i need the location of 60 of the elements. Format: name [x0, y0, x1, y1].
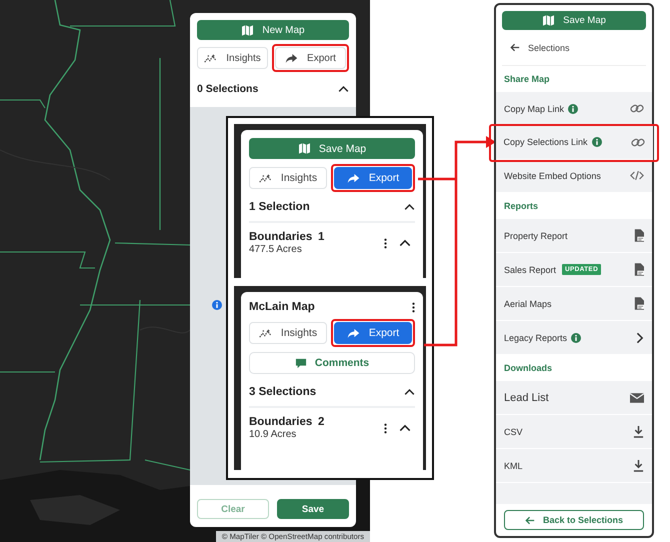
- menu-item[interactable]: Property Report: [496, 219, 652, 253]
- insights-button[interactable]: Insights: [197, 47, 268, 69]
- download-icon: [633, 426, 644, 438]
- chevron-up-icon[interactable]: [404, 388, 415, 396]
- menu-item[interactable]: Copy Selections Link: [496, 126, 652, 160]
- back-arrow-icon: [524, 516, 535, 524]
- comments-button[interactable]: Comments: [249, 352, 415, 374]
- link-icon: [630, 136, 644, 148]
- menu-item[interactable]: Lead List: [496, 381, 652, 415]
- code-icon: [630, 170, 644, 181]
- share-arrow-icon: [346, 172, 360, 184]
- back-to-selections-button[interactable]: Back to Selections: [504, 510, 644, 530]
- pdf-file-icon: [634, 263, 644, 276]
- insights-button[interactable]: Insights: [249, 167, 327, 189]
- info-icon[interactable]: [212, 300, 222, 310]
- save-map-button[interactable]: Save Map: [249, 138, 415, 159]
- map-icon: [298, 143, 311, 154]
- section-title: 1 Selection: [249, 201, 310, 213]
- sparkle-chart-icon: [258, 328, 272, 338]
- map-icon: [542, 15, 556, 26]
- menu-item[interactable]: Copy Map Link: [496, 92, 652, 126]
- chevron-right-icon: [636, 332, 644, 344]
- chevron-up-icon[interactable]: [399, 239, 411, 247]
- save-map-button[interactable]: Save Map: [502, 11, 646, 30]
- chevron-up-icon[interactable]: [404, 203, 415, 211]
- pdf-file-icon: [634, 229, 644, 242]
- selection-title: Boundaries 2: [249, 416, 326, 428]
- sparkle-chart-icon: [204, 52, 218, 64]
- sparkle-chart-icon: [258, 172, 272, 184]
- section-title: 3 Selections: [249, 386, 316, 398]
- comment-icon: [294, 358, 307, 368]
- section-title: 0 Selections: [197, 83, 258, 95]
- chevron-up-icon[interactable]: [338, 85, 349, 93]
- new-map-button[interactable]: New Map: [197, 20, 349, 40]
- export-button[interactable]: Export: [334, 167, 412, 189]
- pdf-file-icon: [634, 297, 644, 310]
- menu-item[interactable]: CSV: [496, 415, 652, 449]
- selection-area: 477.5 Acres: [249, 244, 372, 255]
- download-icon: [633, 460, 644, 472]
- save-button[interactable]: Save: [277, 499, 349, 519]
- more-vertical-icon[interactable]: [384, 422, 387, 434]
- chevron-up-icon[interactable]: [399, 424, 411, 432]
- share-arrow-icon: [346, 328, 360, 338]
- more-vertical-icon[interactable]: [412, 302, 415, 312]
- selection-area: 10.9 Acres: [249, 429, 372, 440]
- menu-item[interactable]: KML: [496, 449, 652, 483]
- mail-icon: [630, 392, 644, 402]
- map-icon: [241, 24, 254, 36]
- selection-title: Boundaries 1: [249, 231, 326, 243]
- export-button[interactable]: Export: [334, 322, 412, 344]
- more-vertical-icon[interactable]: [384, 238, 387, 248]
- menu-item[interactable]: Aerial Maps: [496, 287, 652, 321]
- menu-item[interactable]: Legacy Reports: [496, 321, 652, 355]
- insights-button[interactable]: Insights: [249, 322, 327, 344]
- link-icon: [630, 103, 644, 114]
- menu-item[interactable]: Website Embed Options: [496, 159, 652, 193]
- share-arrow-icon: [285, 52, 298, 64]
- map-title: McLain Map: [249, 301, 315, 313]
- back-arrow-icon: [510, 43, 520, 52]
- export-button[interactable]: Export: [275, 47, 346, 69]
